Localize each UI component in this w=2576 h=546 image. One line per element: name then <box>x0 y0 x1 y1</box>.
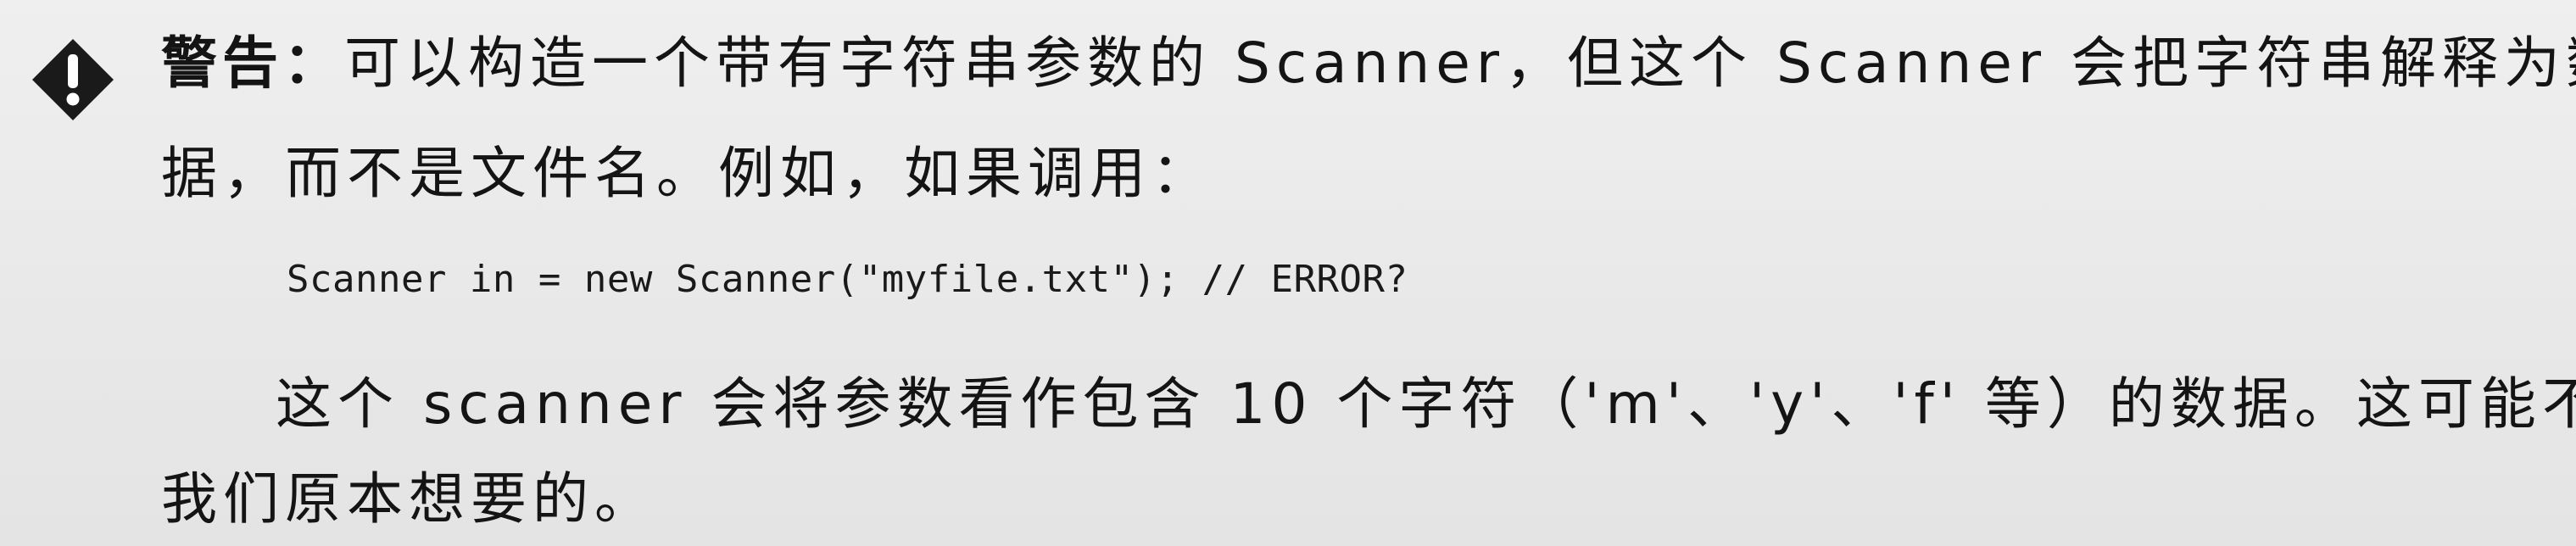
warning-paragraph-line-1: 警告：可以构造一个带有字符串参数的 Scanner，但这个 Scanner 会把… <box>161 36 2576 92</box>
document-page: 警告：可以构造一个带有字符串参数的 Scanner，但这个 Scanner 会把… <box>0 0 2576 546</box>
warning-text-line-1: 可以构造一个带有字符串参数的 Scanner，但这个 Scanner 会把字符串… <box>344 31 2576 96</box>
explanation-line-2: 我们原本想要的。 <box>161 466 656 532</box>
code-example: Scanner in = new Scanner("myfile.txt"); … <box>287 258 1408 301</box>
warning-diamond-icon <box>32 39 114 120</box>
warning-text-line-2: 据，而不是文件名。例如，如果调用： <box>161 141 1213 206</box>
warning-label: 警告： <box>161 31 344 96</box>
explanation-line-1: 这个 scanner 会将参数看作包含 10 个字符（'m'、'y'、'f' 等… <box>276 371 2576 437</box>
